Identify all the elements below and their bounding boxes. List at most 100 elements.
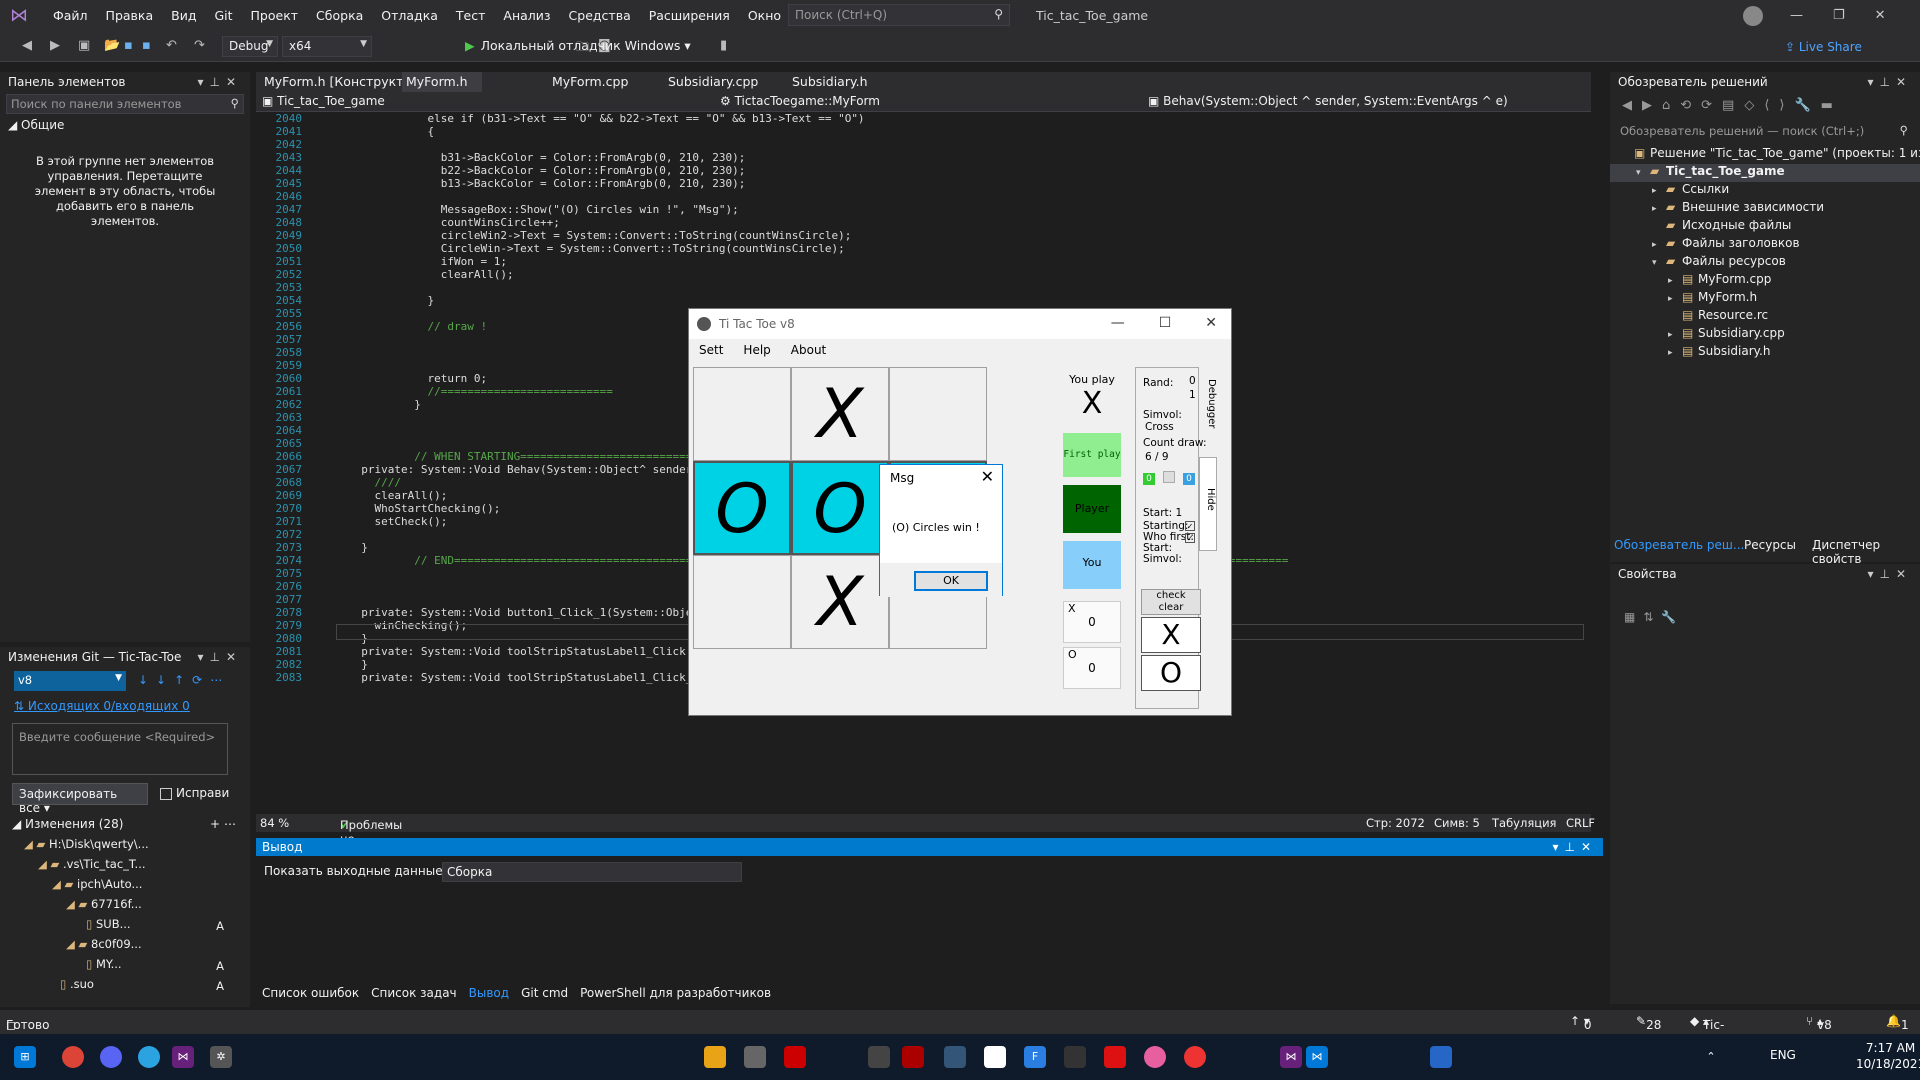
account-avatar[interactable]: [1743, 6, 1763, 26]
git-sync-buttons[interactable]: ↓↓↑⟳⋯: [138, 673, 230, 687]
big-o-button[interactable]: O: [1141, 655, 1201, 691]
notifications[interactable]: 🔔 1: [1886, 1014, 1909, 1032]
tree-node[interactable]: ▯ SUB... A: [24, 917, 224, 937]
restore-icon[interactable]: ❐: [1833, 8, 1845, 23]
open-icon[interactable]: 📂: [104, 38, 120, 53]
tree-node[interactable]: ◢ ▰ 67716f...: [24, 897, 224, 917]
maximize-icon[interactable]: ☐: [1159, 315, 1172, 331]
game-icon[interactable]: [868, 1046, 890, 1068]
panel-buttons[interactable]: ▾⊥✕: [197, 650, 242, 664]
vscode-icon[interactable]: ⋈: [1306, 1046, 1328, 1068]
bottom-tab-1[interactable]: Список задач: [365, 984, 463, 1004]
close-icon[interactable]: ✕: [981, 467, 994, 486]
tab-subsidiary-cpp[interactable]: Subsidiary.cpp: [664, 72, 762, 92]
clock[interactable]: 7:17 AM 10/18/2021: [1856, 1040, 1920, 1072]
board-cell[interactable]: X: [791, 555, 889, 649]
expand-icon[interactable]: ▸: [1652, 204, 1666, 214]
menu-item-11[interactable]: Окно: [739, 8, 790, 23]
tray-icons[interactable]: ⌃: [1700, 1046, 1722, 1068]
menu-item-8[interactable]: Анализ: [494, 8, 559, 23]
telegram-icon[interactable]: [138, 1046, 160, 1068]
menu-item-10[interactable]: Расширения: [640, 8, 739, 23]
csgo-icon[interactable]: [704, 1046, 726, 1068]
game-icon[interactable]: [1064, 1046, 1086, 1068]
redo-icon[interactable]: ↷: [194, 38, 205, 53]
panel-buttons[interactable]: ▾⊥✕: [1867, 567, 1912, 581]
minimize-icon[interactable]: —: [1790, 8, 1803, 23]
back-icon[interactable]: ◀: [22, 38, 32, 53]
branch-status[interactable]: ⑂ v8 ▴: [1806, 1014, 1832, 1032]
tree-node[interactable]: ▯ .suo A: [24, 977, 224, 997]
hide-tab[interactable]: Hide: [1199, 457, 1217, 551]
expand-icon[interactable]: ▸: [1668, 330, 1682, 340]
changes-actions[interactable]: +⋯: [210, 817, 240, 831]
tree-node[interactable]: ◢ ▰ .vs\Tic_tac_T...: [24, 857, 224, 877]
bottom-tab-3[interactable]: Git cmd: [515, 984, 574, 1004]
fortnite-icon[interactable]: F: [1024, 1046, 1046, 1068]
tree-node[interactable]: ◢ ▰ ipch\Auto...: [24, 877, 224, 897]
solution-node[interactable]: ▸ ▰ Внешние зависимости: [1610, 200, 1920, 218]
game-icon[interactable]: [944, 1046, 966, 1068]
tab-myform-h[interactable]: MyForm.h ⊸ ✕: [402, 72, 482, 104]
solution-node[interactable]: ▸ ▰ Ссылки: [1610, 182, 1920, 200]
solution-node[interactable]: ▸ ▤ MyForm.cpp: [1610, 272, 1920, 290]
menu-help[interactable]: Help: [733, 339, 780, 361]
discord-icon[interactable]: [100, 1046, 122, 1068]
bottom-tab-0[interactable]: Список ошибок: [256, 984, 365, 1004]
tab-myform-cpp[interactable]: MyForm.cpp: [548, 72, 632, 92]
menu-item-0[interactable]: Файл: [44, 8, 97, 23]
board-cell[interactable]: [693, 367, 791, 461]
bookmark-icon[interactable]: ▮: [720, 38, 727, 53]
tab-subsidiary-h[interactable]: Subsidiary.h: [788, 72, 872, 92]
panel-buttons[interactable]: ▾⊥✕: [1867, 75, 1912, 89]
live-share-button[interactable]: ⇪ Live Share: [1785, 40, 1862, 54]
solution-node[interactable]: ▤ Resource.rc: [1610, 308, 1920, 326]
properties-toolbar[interactable]: ▦⇅🔧: [1624, 610, 1684, 624]
player-button[interactable]: Player: [1063, 485, 1121, 533]
branch-select[interactable]: v8 ▼: [14, 671, 126, 691]
nav-project-select[interactable]: ▣ Tic_tac_Toe_game: [262, 94, 702, 108]
photoshop-icon[interactable]: [1430, 1046, 1452, 1068]
zoom-level[interactable]: 84 %: [260, 816, 289, 830]
save-all-icon[interactable]: ▪: [142, 38, 151, 53]
visual-studio-icon[interactable]: ⋈: [1280, 1046, 1302, 1068]
expand-icon[interactable]: ▸: [1668, 294, 1682, 304]
incoming-outgoing-link[interactable]: ⇅ Исходящих 0/входящих 0: [14, 699, 190, 713]
commit-all-button[interactable]: Зафиксировать все ▾: [12, 783, 148, 815]
pending-changes[interactable]: ✎ 28: [1636, 1014, 1661, 1032]
apex-icon[interactable]: [784, 1046, 806, 1068]
expand-icon[interactable]: ▸: [1652, 240, 1666, 250]
game-icon[interactable]: [1184, 1046, 1206, 1068]
big-x-button[interactable]: X: [1141, 617, 1201, 653]
check-clear-button[interactable]: check clear: [1141, 589, 1201, 615]
amend-checkbox[interactable]: Исправи: [160, 786, 229, 800]
undo-icon[interactable]: ↶: [166, 38, 177, 53]
nav-class-select[interactable]: ⚙ TictacToegame::MyForm: [720, 94, 880, 108]
checkbox-box[interactable]: [160, 787, 172, 800]
panel-buttons[interactable]: ▾⊥✕: [197, 75, 242, 89]
platform-select[interactable]: x64 ▼: [282, 36, 372, 57]
windows-start-icon[interactable]: ⊞: [14, 1046, 36, 1068]
board-cell[interactable]: [693, 555, 791, 649]
solution-search-input[interactable]: Обозреватель решений — поиск (Ctrl+;) ⚲: [1616, 122, 1914, 142]
tree-node[interactable]: ◢ ▰ H:\Disk\qwerty\...: [24, 837, 224, 857]
game-icon[interactable]: [984, 1046, 1006, 1068]
expand-icon[interactable]: ▸: [1652, 186, 1666, 196]
tree-node[interactable]: ▯ MY... A: [24, 957, 224, 977]
menu-item-6[interactable]: Отладка: [372, 8, 447, 23]
solution-explorer-toolbar[interactable]: ◀▶⌂⟲⟳▤◇⟨⟩🔧▬: [1622, 98, 1843, 113]
output-source-select[interactable]: Сборка: [442, 862, 742, 882]
toolbox-search-input[interactable]: Поиск по панели элементов ⚲: [6, 94, 244, 114]
menu-item-4[interactable]: Проект: [242, 8, 308, 23]
menu-item-1[interactable]: Правка: [97, 8, 163, 23]
toolbox-group-general[interactable]: ◢ Общие: [8, 118, 242, 132]
chrome-icon[interactable]: [62, 1046, 84, 1068]
start-debugging-button[interactable]: ▶ Локальный отладчик Windows ▾: [465, 38, 691, 53]
visual-studio-icon[interactable]: ⋈: [172, 1046, 194, 1068]
expand-icon[interactable]: ▾: [1652, 258, 1666, 268]
solution-node[interactable]: ▣ Решение "Tic_tac_Toe_game" (проекты: 1 …: [1610, 146, 1920, 164]
starting-checkbox[interactable]: ✓: [1185, 521, 1195, 531]
search-input[interactable]: Поиск (Ctrl+Q) ⚲: [788, 4, 1010, 26]
expand-icon[interactable]: ▸: [1668, 276, 1682, 286]
board-cell[interactable]: O: [693, 461, 791, 555]
